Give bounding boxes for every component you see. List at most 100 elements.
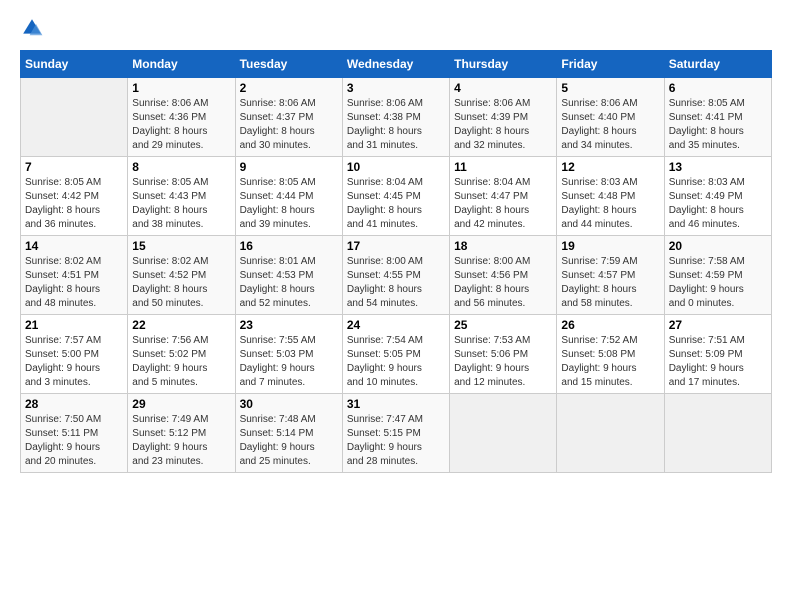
day-number: 5 [561, 81, 659, 95]
day-cell: 16 Sunrise: 8:01 AM Sunset: 4:53 PM Dayli… [235, 236, 342, 315]
day-number: 10 [347, 160, 445, 174]
day-cell [450, 394, 557, 473]
day-number: 28 [25, 397, 123, 411]
day-cell: 4 Sunrise: 8:06 AM Sunset: 4:39 PM Daylig… [450, 78, 557, 157]
day-number: 1 [132, 81, 230, 95]
day-info: Sunrise: 7:49 AM Sunset: 5:12 PM Dayligh… [132, 413, 230, 469]
column-header-wednesday: Wednesday [342, 51, 449, 78]
day-number: 21 [25, 318, 123, 332]
day-info: Sunrise: 8:05 AM Sunset: 4:43 PM Dayligh… [132, 176, 230, 232]
day-info: Sunrise: 8:05 AM Sunset: 4:44 PM Dayligh… [240, 176, 338, 232]
day-info: Sunrise: 7:52 AM Sunset: 5:08 PM Dayligh… [561, 334, 659, 390]
day-cell: 17Sunrise: 8:00 AM Sunset: 4:55 PM Dayli… [342, 236, 449, 315]
day-info: Sunrise: 7:54 AM Sunset: 5:05 PM Dayligh… [347, 334, 445, 390]
day-number: 2 [240, 81, 338, 95]
day-cell: 3 Sunrise: 8:06 AM Sunset: 4:38 PM Daylig… [342, 78, 449, 157]
day-info: Sunrise: 8:06 AM Sunset: 4:36 PM Dayligh… [132, 97, 230, 153]
day-cell: 24 Sunrise: 7:54 AM Sunset: 5:05 PM Dayli… [342, 315, 449, 394]
day-number: 6 [669, 81, 767, 95]
day-number: 3 [347, 81, 445, 95]
day-cell: 12 Sunrise: 8:03 AM Sunset: 4:48 PM Dayli… [557, 157, 664, 236]
day-info: Sunrise: 7:50 AM Sunset: 5:11 PM Dayligh… [25, 413, 123, 469]
day-cell: 26Sunrise: 7:52 AM Sunset: 5:08 PM Dayli… [557, 315, 664, 394]
day-number: 20 [669, 239, 767, 253]
day-number: 18 [454, 239, 552, 253]
day-info: Sunrise: 8:03 AM Sunset: 4:49 PM Dayligh… [669, 176, 767, 232]
day-info: Sunrise: 8:06 AM Sunset: 4:40 PM Dayligh… [561, 97, 659, 153]
day-info: Sunrise: 7:51 AM Sunset: 5:09 PM Dayligh… [669, 334, 767, 390]
day-cell: 13Sunrise: 8:03 AM Sunset: 4:49 PM Dayli… [664, 157, 771, 236]
day-number: 25 [454, 318, 552, 332]
day-cell [21, 78, 128, 157]
day-cell: 21 Sunrise: 7:57 AM Sunset: 5:00 PM Dayli… [21, 315, 128, 394]
column-header-sunday: Sunday [21, 51, 128, 78]
day-cell: 11 Sunrise: 8:04 AM Sunset: 4:47 PM Dayli… [450, 157, 557, 236]
day-info: Sunrise: 8:06 AM Sunset: 4:39 PM Dayligh… [454, 97, 552, 153]
day-number: 4 [454, 81, 552, 95]
page-header [20, 16, 772, 40]
day-info: Sunrise: 8:00 AM Sunset: 4:56 PM Dayligh… [454, 255, 552, 311]
day-number: 11 [454, 160, 552, 174]
day-info: Sunrise: 7:57 AM Sunset: 5:00 PM Dayligh… [25, 334, 123, 390]
day-number: 29 [132, 397, 230, 411]
day-number: 14 [25, 239, 123, 253]
day-number: 16 [240, 239, 338, 253]
day-cell: 10 Sunrise: 8:04 AM Sunset: 4:45 PM Dayli… [342, 157, 449, 236]
day-info: Sunrise: 7:53 AM Sunset: 5:06 PM Dayligh… [454, 334, 552, 390]
day-number: 27 [669, 318, 767, 332]
day-info: Sunrise: 7:59 AM Sunset: 4:57 PM Dayligh… [561, 255, 659, 311]
day-cell: 19Sunrise: 7:59 AM Sunset: 4:57 PM Dayli… [557, 236, 664, 315]
day-cell: 6 Sunrise: 8:05 AM Sunset: 4:41 PM Daylig… [664, 78, 771, 157]
day-cell: 7 Sunrise: 8:05 AM Sunset: 4:42 PM Daylig… [21, 157, 128, 236]
column-header-monday: Monday [128, 51, 235, 78]
column-header-thursday: Thursday [450, 51, 557, 78]
day-number: 31 [347, 397, 445, 411]
calendar-table: SundayMondayTuesdayWednesdayThursdayFrid… [20, 50, 772, 473]
day-info: Sunrise: 7:56 AM Sunset: 5:02 PM Dayligh… [132, 334, 230, 390]
day-cell: 1 Sunrise: 8:06 AM Sunset: 4:36 PM Daylig… [128, 78, 235, 157]
day-number: 24 [347, 318, 445, 332]
day-info: Sunrise: 8:02 AM Sunset: 4:51 PM Dayligh… [25, 255, 123, 311]
day-info: Sunrise: 8:04 AM Sunset: 4:47 PM Dayligh… [454, 176, 552, 232]
day-cell: 23Sunrise: 7:55 AM Sunset: 5:03 PM Dayli… [235, 315, 342, 394]
day-number: 12 [561, 160, 659, 174]
day-cell: 18 Sunrise: 8:00 AM Sunset: 4:56 PM Dayli… [450, 236, 557, 315]
day-info: Sunrise: 8:05 AM Sunset: 4:41 PM Dayligh… [669, 97, 767, 153]
logo-icon [20, 16, 44, 40]
week-row-4: 21 Sunrise: 7:57 AM Sunset: 5:00 PM Dayli… [21, 315, 772, 394]
day-cell: 15Sunrise: 8:02 AM Sunset: 4:52 PM Dayli… [128, 236, 235, 315]
day-info: Sunrise: 7:58 AM Sunset: 4:59 PM Dayligh… [669, 255, 767, 311]
column-header-tuesday: Tuesday [235, 51, 342, 78]
day-info: Sunrise: 8:02 AM Sunset: 4:52 PM Dayligh… [132, 255, 230, 311]
day-cell: 14 Sunrise: 8:02 AM Sunset: 4:51 PM Dayli… [21, 236, 128, 315]
week-row-3: 14 Sunrise: 8:02 AM Sunset: 4:51 PM Dayli… [21, 236, 772, 315]
column-header-row: SundayMondayTuesdayWednesdayThursdayFrid… [21, 51, 772, 78]
day-cell: 29 Sunrise: 7:49 AM Sunset: 5:12 PM Dayli… [128, 394, 235, 473]
day-cell: 9Sunrise: 8:05 AM Sunset: 4:44 PM Daylig… [235, 157, 342, 236]
day-cell [664, 394, 771, 473]
day-info: Sunrise: 8:01 AM Sunset: 4:53 PM Dayligh… [240, 255, 338, 311]
day-cell: 27 Sunrise: 7:51 AM Sunset: 5:09 PM Dayli… [664, 315, 771, 394]
day-info: Sunrise: 8:00 AM Sunset: 4:55 PM Dayligh… [347, 255, 445, 311]
day-cell: 28 Sunrise: 7:50 AM Sunset: 5:11 PM Dayli… [21, 394, 128, 473]
day-number: 8 [132, 160, 230, 174]
week-row-5: 28 Sunrise: 7:50 AM Sunset: 5:11 PM Dayli… [21, 394, 772, 473]
day-cell: 2 Sunrise: 8:06 AM Sunset: 4:37 PM Daylig… [235, 78, 342, 157]
day-cell: 22Sunrise: 7:56 AM Sunset: 5:02 PM Dayli… [128, 315, 235, 394]
day-cell: 20 Sunrise: 7:58 AM Sunset: 4:59 PM Dayli… [664, 236, 771, 315]
day-cell: 5 Sunrise: 8:06 AM Sunset: 4:40 PM Daylig… [557, 78, 664, 157]
logo [20, 16, 48, 40]
day-info: Sunrise: 7:55 AM Sunset: 5:03 PM Dayligh… [240, 334, 338, 390]
day-info: Sunrise: 8:06 AM Sunset: 4:37 PM Dayligh… [240, 97, 338, 153]
day-number: 7 [25, 160, 123, 174]
week-row-1: 1 Sunrise: 8:06 AM Sunset: 4:36 PM Daylig… [21, 78, 772, 157]
day-info: Sunrise: 8:06 AM Sunset: 4:38 PM Dayligh… [347, 97, 445, 153]
week-row-2: 7 Sunrise: 8:05 AM Sunset: 4:42 PM Daylig… [21, 157, 772, 236]
day-info: Sunrise: 7:48 AM Sunset: 5:14 PM Dayligh… [240, 413, 338, 469]
day-info: Sunrise: 7:47 AM Sunset: 5:15 PM Dayligh… [347, 413, 445, 469]
day-info: Sunrise: 8:04 AM Sunset: 4:45 PM Dayligh… [347, 176, 445, 232]
day-cell: 25 Sunrise: 7:53 AM Sunset: 5:06 PM Dayli… [450, 315, 557, 394]
day-info: Sunrise: 8:03 AM Sunset: 4:48 PM Dayligh… [561, 176, 659, 232]
day-info: Sunrise: 8:05 AM Sunset: 4:42 PM Dayligh… [25, 176, 123, 232]
column-header-saturday: Saturday [664, 51, 771, 78]
